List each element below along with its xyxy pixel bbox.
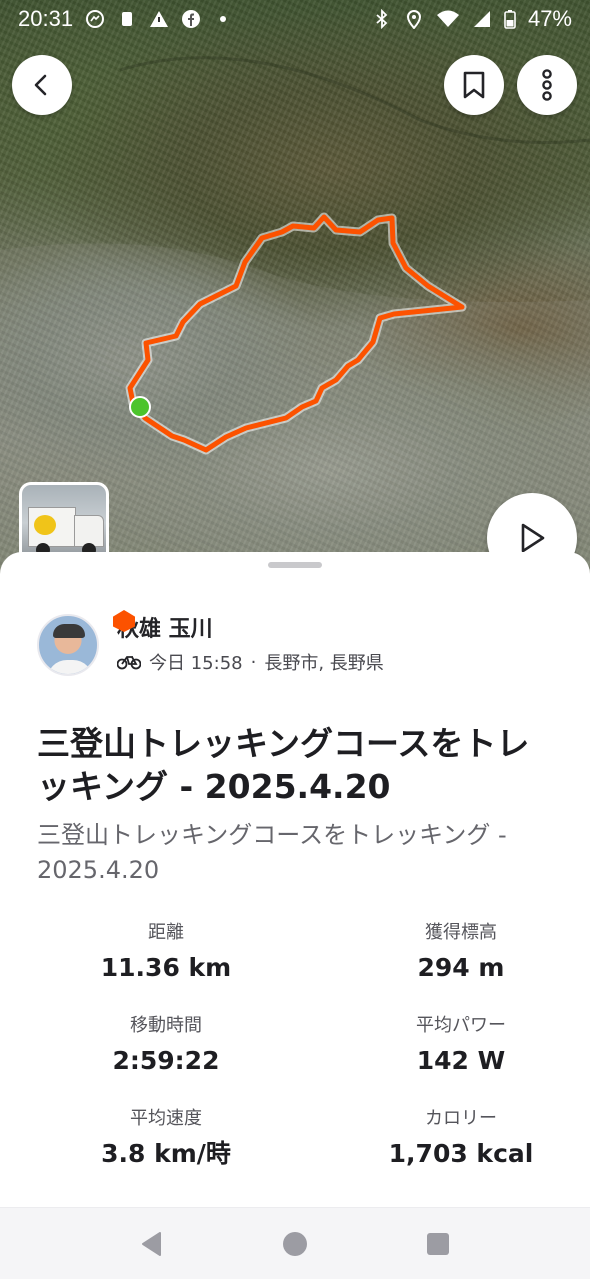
- battery-icon: [504, 10, 516, 29]
- stat-value: 142 W: [416, 1046, 506, 1075]
- location-icon: [406, 10, 421, 29]
- stat-label: 平均パワー: [416, 1015, 506, 1036]
- stat-moving-time: 移動時間 2:59:22: [0, 1013, 332, 1106]
- stat-label: 獲得標高: [425, 922, 497, 943]
- bike-icon: [117, 656, 141, 670]
- stats-grid: 距離 11.36 km 獲得標高 294 m 移動時間 2:59:22 平均パワ…: [0, 920, 590, 1199]
- chevron-left-icon: [34, 74, 47, 96]
- signal-icon: [473, 11, 490, 27]
- truck-logo: [34, 515, 56, 535]
- activity-sheet: 秋雄 玉川 今日 15:58 · 長野市, 長野県 三登山トレッキングコースをト…: [0, 552, 590, 1207]
- activity-location: 長野市, 長野県: [264, 653, 384, 674]
- stat-value: 11.36 km: [100, 953, 232, 982]
- meta-separator: ·: [250, 651, 257, 673]
- stat-value: 1,703 kcal: [388, 1139, 534, 1168]
- stat-label: 距離: [148, 922, 184, 943]
- stat-average-speed: 平均速度 3.8 km/時: [0, 1106, 332, 1199]
- status-bar: 20:31 47%: [0, 0, 590, 38]
- bookmark-icon: [463, 71, 485, 99]
- activity-description: 三登山トレッキングコースをトレッキング - 2025.4.20: [37, 821, 507, 884]
- triangle-back-icon: [141, 1231, 161, 1256]
- start-marker: [129, 396, 151, 418]
- nav-home-button[interactable]: [273, 1222, 317, 1266]
- stat-value: 2:59:22: [112, 1046, 220, 1075]
- messenger-icon: [86, 10, 105, 28]
- system-nav-bar: [0, 1207, 590, 1279]
- bookmark-button[interactable]: [444, 55, 504, 115]
- avatar[interactable]: [37, 614, 99, 676]
- alert-icon: [150, 11, 169, 27]
- stat-label: 平均速度: [130, 1108, 202, 1129]
- activity-date-time: 今日 15:58: [149, 653, 243, 674]
- circle-home-icon: [282, 1231, 307, 1256]
- facebook-icon: [182, 10, 201, 28]
- nav-back-button[interactable]: [130, 1222, 174, 1266]
- wifi-icon: [436, 10, 459, 27]
- nav-recents-button[interactable]: [416, 1222, 460, 1266]
- avatar-shirt: [47, 660, 93, 674]
- back-button[interactable]: [12, 55, 72, 115]
- status-time: 20:31: [18, 6, 74, 31]
- stat-value: 294 m: [417, 953, 505, 982]
- athlete-name[interactable]: 秋雄 玉川: [117, 615, 384, 645]
- activity-title: 三登山トレッキングコースをトレッキング - 2025.4.20: [37, 724, 530, 806]
- stat-value: 3.8 km/時: [101, 1139, 231, 1168]
- avatar-hair: [53, 624, 85, 638]
- battery-level: 47%: [527, 6, 572, 31]
- stat-average-power: 平均パワー 142 W: [332, 1013, 590, 1106]
- play-icon: [521, 523, 545, 553]
- stat-distance: 距離 11.36 km: [0, 920, 332, 1013]
- stat-elevation-gain: 獲得標高 294 m: [332, 920, 590, 1013]
- square-recents-icon: [427, 1232, 450, 1255]
- dot-icon: [220, 16, 227, 22]
- stat-label: カロリー: [425, 1108, 497, 1129]
- athlete-header[interactable]: 秋雄 玉川 今日 15:58 · 長野市, 長野県: [37, 610, 384, 676]
- activity-meta: 今日 15:58 · 長野市, 長野県: [117, 649, 384, 675]
- stat-calories: カロリー 1,703 kcal: [332, 1106, 590, 1199]
- drag-handle[interactable]: [268, 562, 322, 568]
- vertical-dots-icon: [542, 69, 552, 101]
- more-options-button[interactable]: [517, 55, 577, 115]
- sim-icon: [122, 12, 133, 26]
- stat-label: 移動時間: [130, 1015, 202, 1036]
- bluetooth-icon: [376, 9, 388, 29]
